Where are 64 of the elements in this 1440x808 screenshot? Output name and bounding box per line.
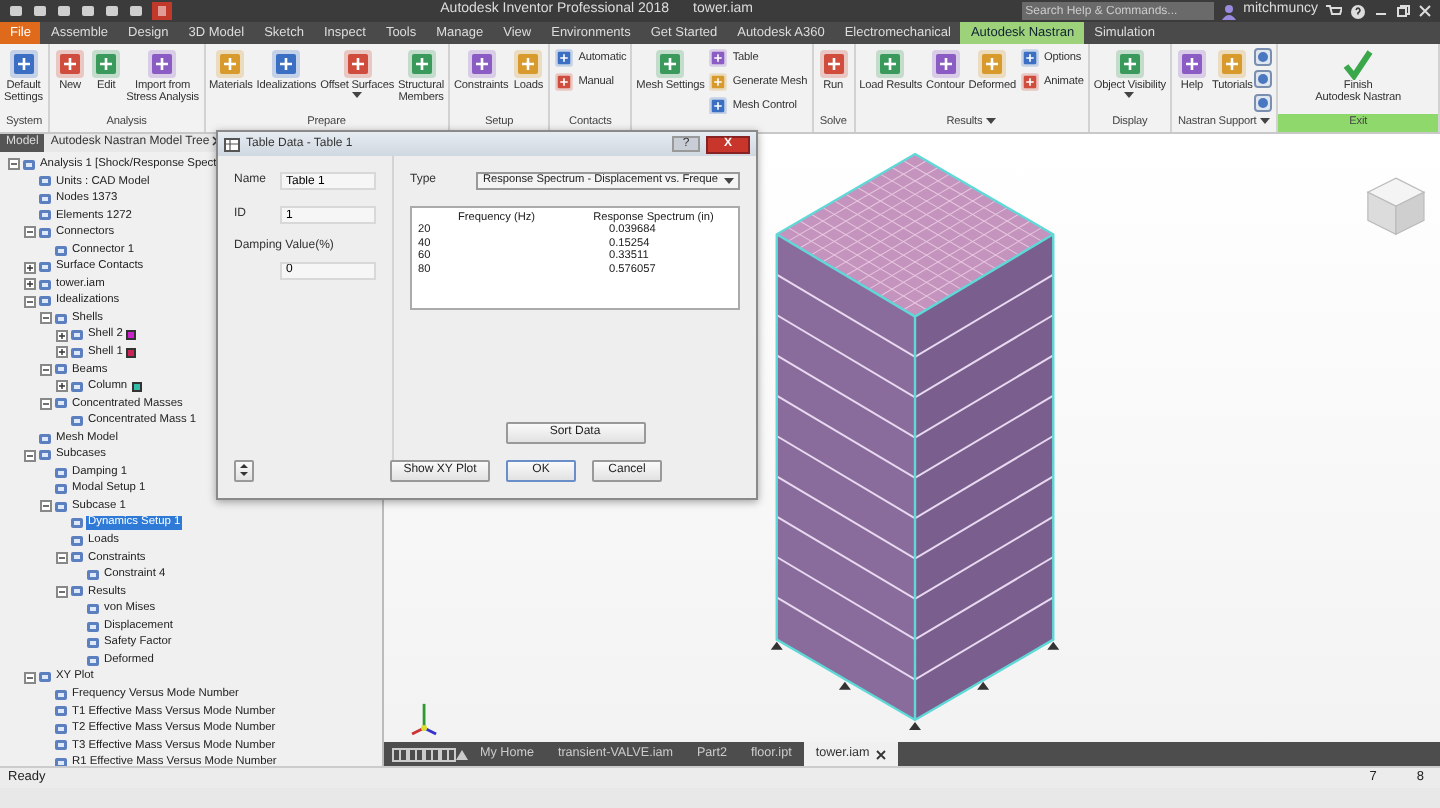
tool-icon	[1216, 48, 1249, 80]
tool-icon	[1113, 48, 1146, 80]
tool-icon	[554, 48, 575, 68]
user-icon	[1221, 3, 1236, 19]
collapse-icon[interactable]	[40, 397, 52, 410]
collapse-icon[interactable]	[56, 585, 68, 598]
tool-icon	[270, 48, 303, 80]
collapse-icon[interactable]	[40, 500, 52, 513]
tool-icon	[54, 48, 87, 80]
tool-icon	[1020, 48, 1041, 68]
tool-icon	[708, 72, 729, 92]
tool-icon	[512, 48, 545, 80]
layout-icon[interactable]	[392, 747, 408, 761]
tool-icon	[817, 48, 850, 80]
tool-icon	[1175, 48, 1208, 80]
layout-icon[interactable]	[408, 747, 424, 761]
info-icon	[1254, 93, 1273, 112]
tool-icon	[929, 48, 962, 80]
tool-icon	[146, 48, 179, 80]
arrow-up-icon[interactable]	[456, 749, 468, 759]
tool-icon	[554, 72, 575, 92]
collapse-icon[interactable]	[8, 158, 20, 171]
collapse-icon[interactable]	[24, 226, 36, 239]
app-logo-icon	[152, 2, 172, 20]
tool-icon	[1020, 72, 1041, 92]
collapse-icon[interactable]	[24, 449, 36, 462]
help-icon[interactable]	[1350, 3, 1366, 19]
layout-icon[interactable]	[440, 747, 456, 761]
collapse-icon[interactable]	[56, 551, 68, 564]
tool-icon	[874, 48, 907, 80]
tool-icon	[708, 48, 729, 68]
tool-icon	[90, 48, 123, 80]
tool-icon	[341, 48, 374, 80]
expand-button[interactable]	[234, 460, 254, 482]
ribbon-button[interactable]	[1254, 93, 1273, 113]
tool-icon	[7, 48, 40, 80]
tool-icon	[976, 48, 1009, 80]
close-icon[interactable]	[875, 749, 886, 759]
collapse-icon[interactable]	[24, 295, 36, 308]
axis-triad-icon	[411, 703, 437, 736]
expand-icon[interactable]	[24, 261, 36, 274]
table-icon	[224, 137, 240, 151]
expand-icon[interactable]	[56, 380, 68, 393]
collapse-icon[interactable]	[40, 312, 52, 325]
tool-icon	[465, 48, 498, 80]
collapse-icon[interactable]	[40, 363, 52, 376]
arrows-icon	[238, 463, 250, 476]
caret-icon	[724, 178, 734, 184]
tool-icon	[708, 96, 729, 114]
expand-icon[interactable]	[24, 278, 36, 291]
ribbon-button[interactable]	[1254, 48, 1273, 67]
ribbon-button[interactable]	[1254, 70, 1273, 90]
tool-icon	[405, 48, 438, 80]
layout-icon[interactable]	[424, 747, 440, 761]
info-icon	[1254, 48, 1273, 66]
expand-icon[interactable]	[56, 329, 68, 342]
info-icon	[1254, 70, 1273, 89]
node-icon	[54, 243, 68, 257]
tool-icon	[654, 48, 687, 80]
cart-icon[interactable]	[1326, 4, 1342, 18]
expand-icon[interactable]	[56, 346, 68, 359]
tool-icon	[214, 48, 247, 80]
restore-icon[interactable]	[1396, 4, 1410, 18]
collapse-icon[interactable]	[24, 671, 36, 684]
